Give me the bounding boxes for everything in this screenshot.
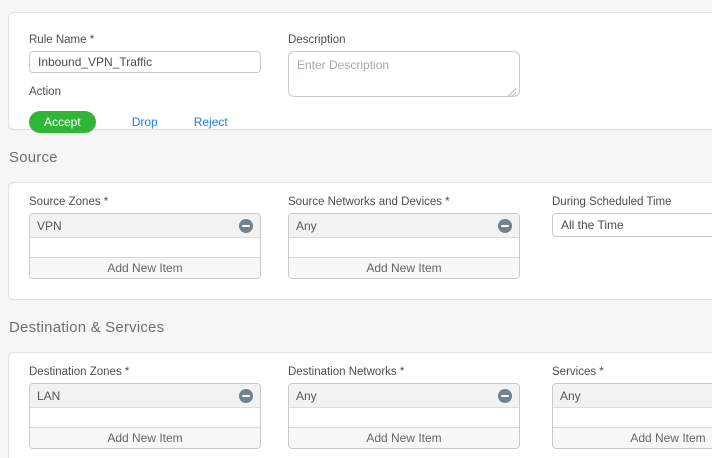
- action-button-group: Accept Drop Reject: [29, 111, 261, 133]
- listbox-empty-area: [553, 408, 712, 427]
- services-listbox: Any Add New Item: [552, 383, 712, 449]
- source-networks-listbox: Any Add New Item: [288, 213, 520, 279]
- remove-item-icon[interactable]: [498, 219, 512, 233]
- list-item: LAN: [30, 384, 260, 408]
- list-item-label: Any: [296, 219, 498, 233]
- action-drop-button[interactable]: Drop: [132, 115, 158, 129]
- services-label: Services *: [552, 366, 712, 378]
- destination-zones-label: Destination Zones *: [29, 366, 261, 378]
- scheduled-time-select[interactable]: All the Time: [552, 213, 712, 237]
- rule-name-label: Rule Name *: [29, 34, 261, 46]
- destination-networks-listbox: Any Add New Item: [288, 383, 520, 449]
- list-item-label: Any: [296, 389, 498, 403]
- destination-section-heading: Destination & Services: [9, 319, 164, 336]
- during-scheduled-time-label: During Scheduled Time: [552, 196, 712, 208]
- destination-networks-label: Destination Networks *: [288, 366, 520, 378]
- listbox-empty-area: [289, 238, 519, 257]
- destination-zones-listbox: LAN Add New Item: [29, 383, 261, 449]
- action-reject-button[interactable]: Reject: [194, 115, 228, 129]
- remove-item-icon[interactable]: [239, 219, 253, 233]
- add-new-item-button[interactable]: Add New Item: [289, 427, 519, 448]
- add-new-item-button[interactable]: Add New Item: [30, 257, 260, 278]
- source-zones-listbox: VPN Add New Item: [29, 213, 261, 279]
- add-new-item-button[interactable]: Add New Item: [553, 427, 712, 448]
- listbox-empty-area: [30, 408, 260, 427]
- description-label: Description: [288, 34, 520, 46]
- listbox-empty-area: [30, 238, 260, 257]
- remove-item-icon[interactable]: [498, 389, 512, 403]
- list-item: VPN: [30, 214, 260, 238]
- destination-card: Destination Zones * LAN Add New Item Des…: [8, 352, 712, 458]
- source-card: Source Zones * VPN Add New Item Source N…: [8, 182, 712, 300]
- source-networks-label: Source Networks and Devices *: [288, 196, 520, 208]
- scheduled-time-value: All the Time: [561, 218, 624, 232]
- rule-name-input[interactable]: [29, 51, 261, 73]
- description-textarea[interactable]: [288, 51, 520, 97]
- listbox-empty-area: [289, 408, 519, 427]
- action-accept-button[interactable]: Accept: [29, 111, 96, 133]
- source-zones-label: Source Zones *: [29, 196, 261, 208]
- textarea-resize-grip-icon[interactable]: [508, 88, 516, 96]
- list-item-label: VPN: [37, 219, 239, 233]
- firewall-rule-form: Rule Name * Action Accept Drop Reject De…: [0, 0, 712, 458]
- source-section-heading: Source: [9, 149, 58, 166]
- add-new-item-button[interactable]: Add New Item: [30, 427, 260, 448]
- add-new-item-button[interactable]: Add New Item: [289, 257, 519, 278]
- rule-details-card: Rule Name * Action Accept Drop Reject De…: [8, 12, 712, 130]
- remove-item-icon[interactable]: [239, 389, 253, 403]
- list-item-label: Any: [560, 389, 712, 403]
- action-label: Action: [29, 86, 261, 98]
- list-item: Any: [289, 214, 519, 238]
- list-item-label: LAN: [37, 389, 239, 403]
- list-item: Any: [289, 384, 519, 408]
- list-item: Any: [553, 384, 712, 408]
